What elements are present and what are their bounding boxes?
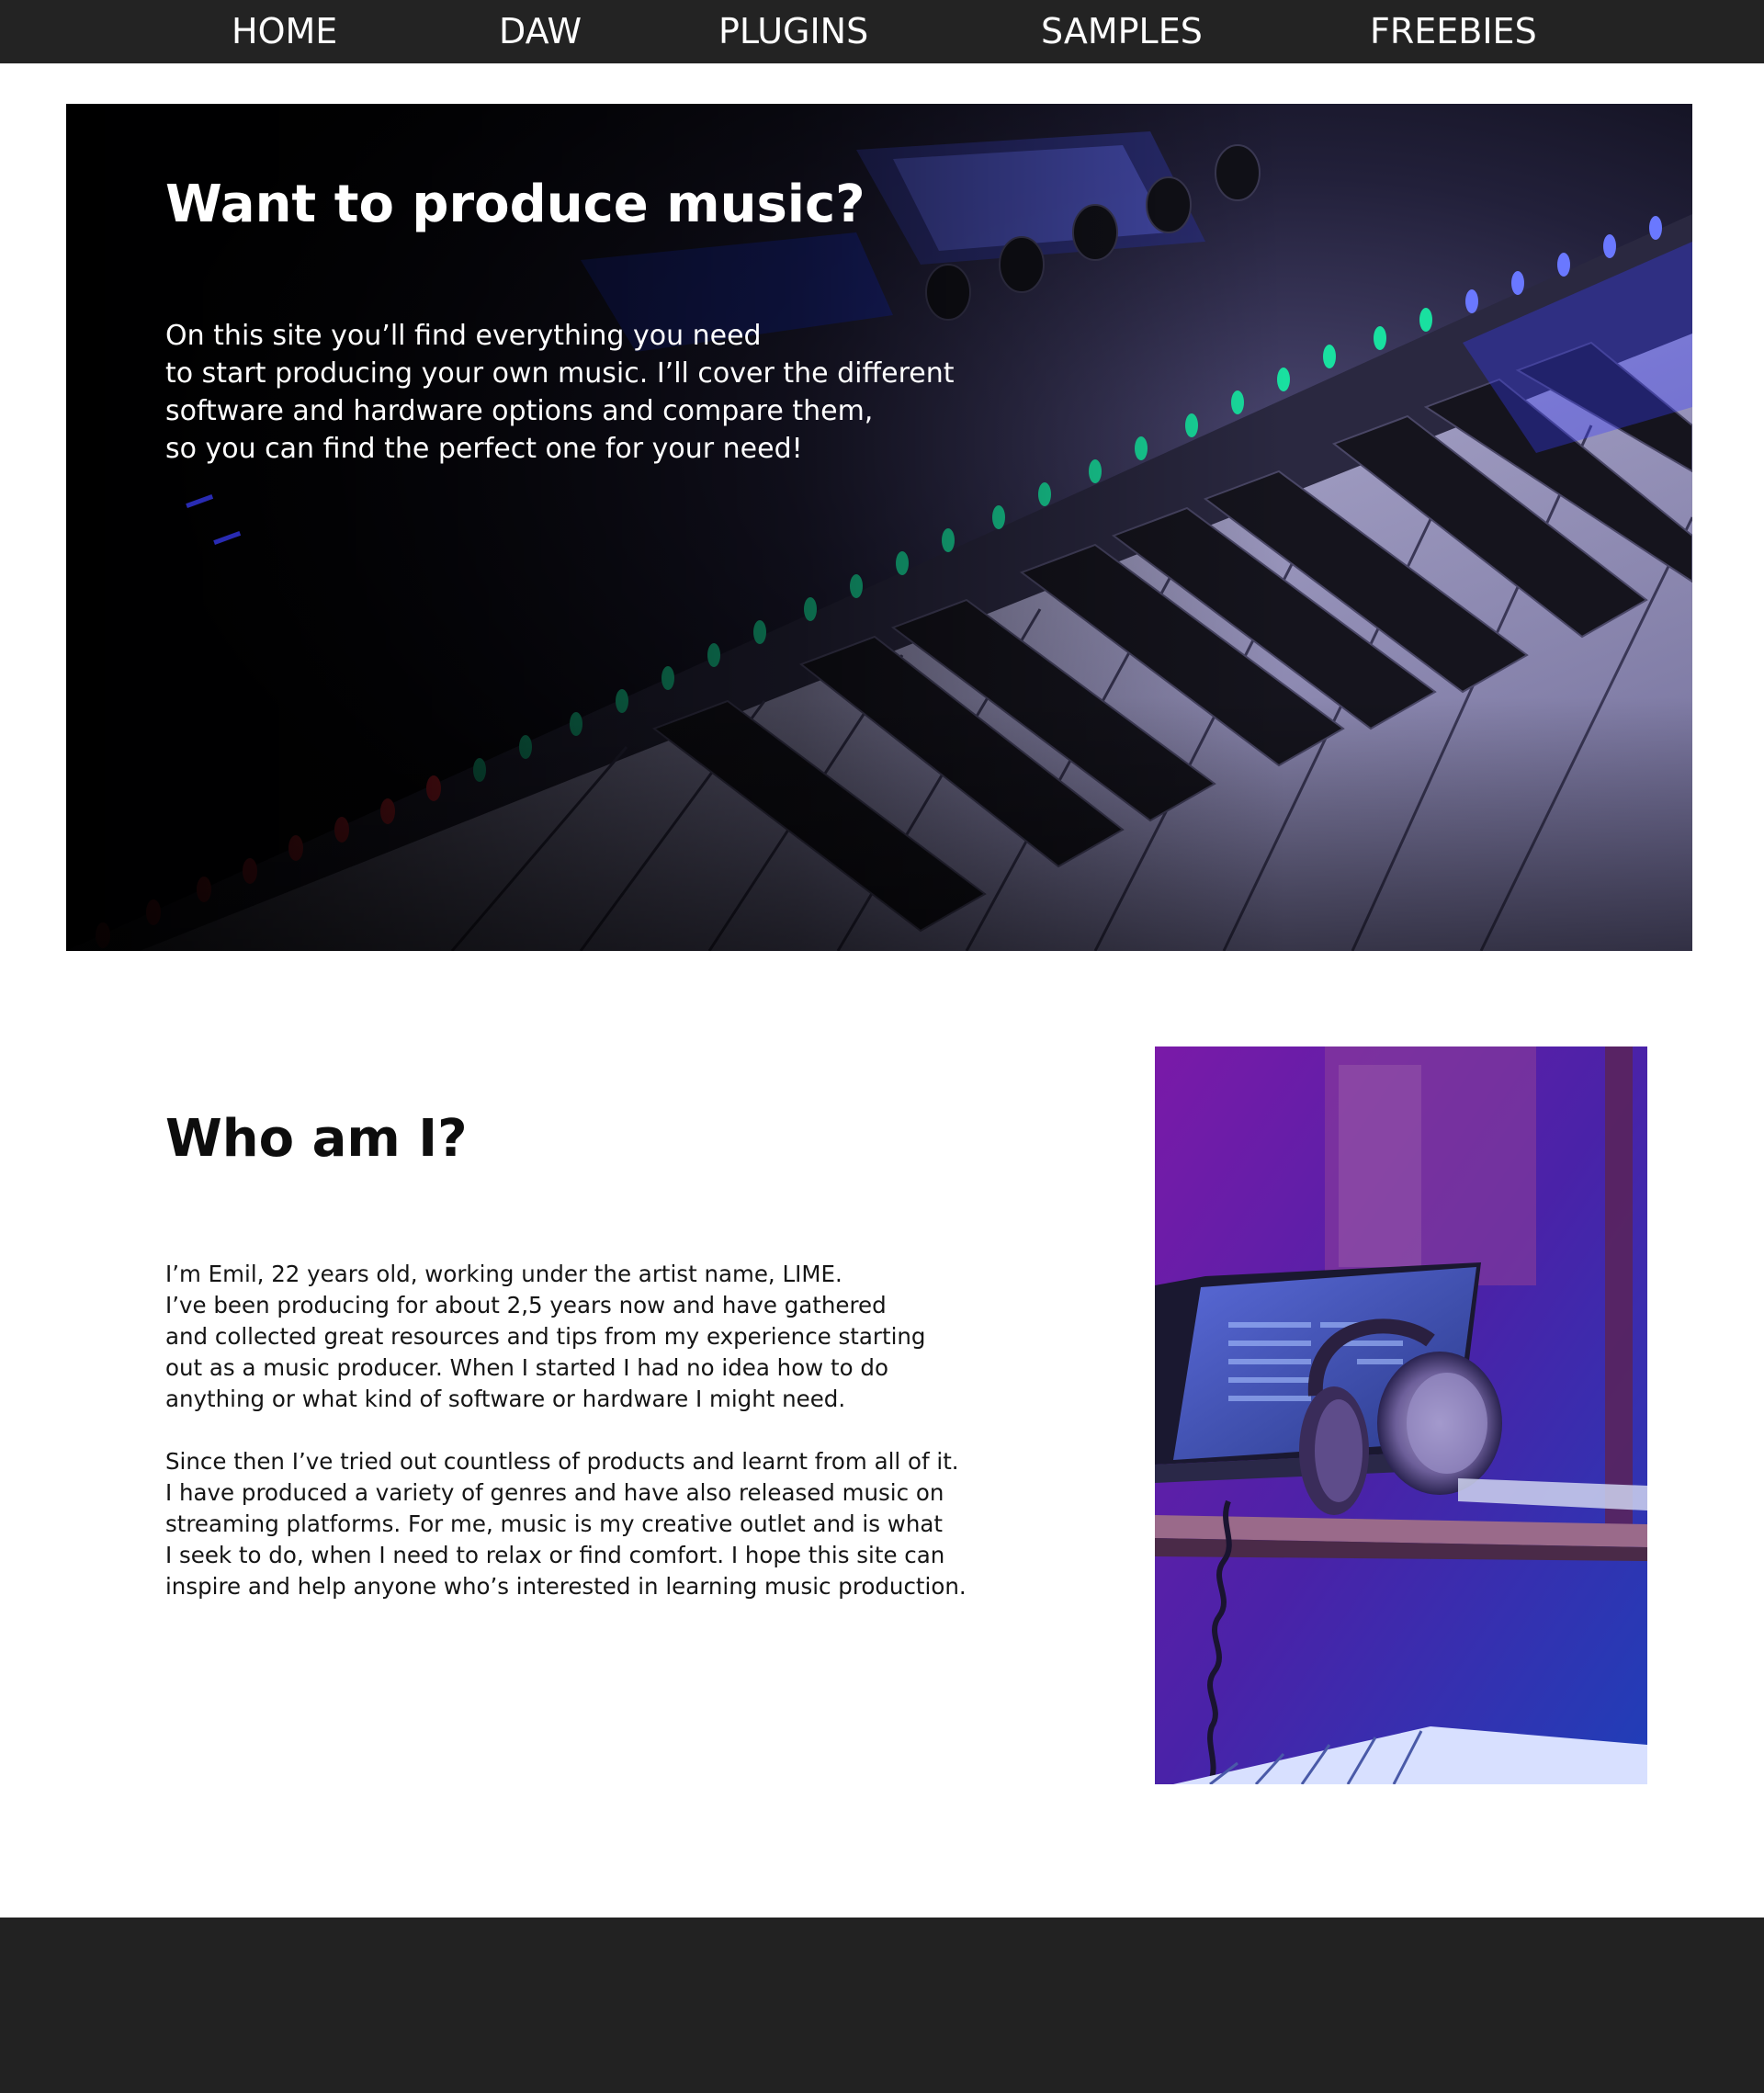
about-line: Since then I’ve tried out countless of p… xyxy=(165,1448,959,1475)
about-line: streaming platforms. For me, music is my… xyxy=(165,1510,943,1537)
nav-item-freebies[interactable]: FREEBIES xyxy=(1370,0,1537,63)
nav-item-plugins[interactable]: PLUGINS xyxy=(718,0,868,63)
about-line: I’ve been producing for about 2,5 years … xyxy=(165,1292,887,1318)
hero-intro-text: On this site you’ll find everything you … xyxy=(165,317,992,468)
nav-item-home[interactable]: HOME xyxy=(232,0,337,63)
hero-line: On this site you’ll find everything you … xyxy=(165,320,762,352)
studio-photo xyxy=(1155,1046,1647,1784)
about-line: and collected great resources and tips f… xyxy=(165,1323,926,1350)
page-footer xyxy=(0,1918,1764,2093)
top-navigation: HOME DAW PLUGINS SAMPLES FREEBIES xyxy=(0,0,1764,63)
about-line: I seek to do, when I need to relax or fi… xyxy=(165,1542,945,1568)
about-line: inspire and help anyone who’s interested… xyxy=(165,1573,967,1600)
about-line: I have produced a variety of genres and … xyxy=(165,1479,944,1506)
hero-line: so you can find the perfect one for your… xyxy=(165,433,803,465)
hero-heading: Want to produce music? xyxy=(165,175,865,234)
about-line: out as a music producer. When I started … xyxy=(165,1354,888,1381)
studio-headphones-image xyxy=(1155,1046,1647,1784)
nav-item-daw[interactable]: DAW xyxy=(499,0,582,63)
nav-item-samples[interactable]: SAMPLES xyxy=(1041,0,1203,63)
about-line: I’m Emil, 22 years old, working under th… xyxy=(165,1261,842,1287)
about-line: anything or what kind of software or har… xyxy=(165,1386,846,1412)
hero-line: to start producing your own music. I’ll … xyxy=(165,357,955,390)
about-heading: Who am I? xyxy=(165,1109,468,1169)
about-text: I’m Emil, 22 years old, working under th… xyxy=(165,1259,1011,1602)
hero-line: software and hardware options and compar… xyxy=(165,395,874,427)
hero-banner: Want to produce music? On this site you’… xyxy=(66,104,1692,951)
